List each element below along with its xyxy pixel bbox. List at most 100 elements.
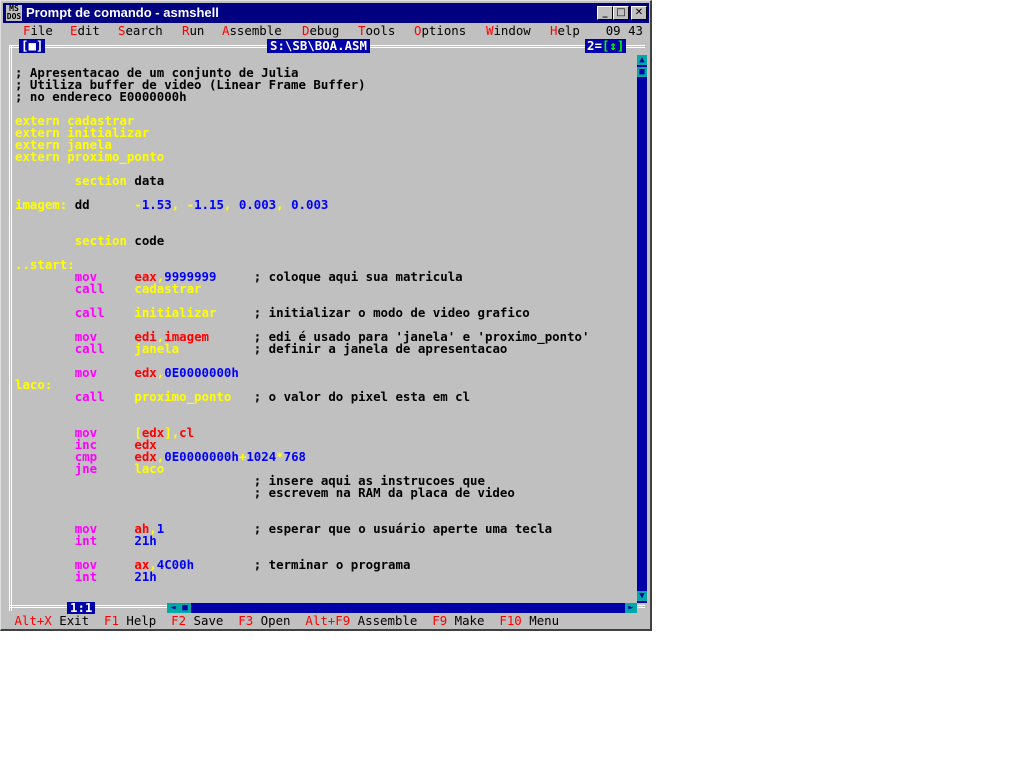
horizontal-scrollbar[interactable]: ◄ ■ ► <box>167 603 637 613</box>
code-line: ; escrevem na RAM da placa de video <box>15 485 635 500</box>
menu-label: un <box>189 23 205 38</box>
menu-item-help[interactable]: Help <box>550 23 580 39</box>
editor-filename: S:\SB\BOA.ASM <box>267 39 370 53</box>
vertical-scrollbar[interactable]: ▲ ■ ▼ <box>637 55 647 603</box>
menu-label: ools <box>365 23 396 38</box>
menu-label: ebug <box>309 23 340 38</box>
window-number: 2 <box>587 38 595 53</box>
menu-item-options[interactable]: Options <box>414 23 466 39</box>
scroll-right-arrow-icon[interactable]: ► <box>625 603 637 613</box>
editor-close-box[interactable]: [■] <box>19 38 46 53</box>
code-token: ; escrevem na RAM da placa de video <box>15 485 515 500</box>
clock: 09 43 <box>605 23 643 38</box>
editor-window[interactable]: [■] S:\SB\BOA.ASM 2=[↕] ▲ ■ ▼ ◄ ■ ► 1:1 … <box>7 38 647 614</box>
code-token: 1024 <box>246 449 277 464</box>
menu-item-file[interactable]: File <box>23 23 53 39</box>
code-token: 1.15 <box>194 197 224 212</box>
code-token: initializar <box>134 305 217 320</box>
status-key: F1 <box>104 613 119 628</box>
status-label: Exit <box>51 613 104 628</box>
code-token: , - <box>171 197 195 212</box>
status-command-menu[interactable]: F10 Menu <box>499 613 574 628</box>
code-token: extern proximo_ponto <box>15 149 165 164</box>
code-token: data <box>134 173 165 188</box>
code-token: 21h <box>134 533 157 548</box>
menu-label: dit <box>77 23 100 38</box>
close-button[interactable]: ✕ <box>631 6 647 20</box>
code-line: section data <box>15 173 635 188</box>
code-token: * <box>276 449 284 464</box>
status-command-exit[interactable]: Alt+X Exit <box>14 613 104 628</box>
code-token: call <box>74 341 135 356</box>
status-command-save[interactable]: F2 Save <box>171 613 238 628</box>
menu-item-tools[interactable]: Tools <box>358 23 395 39</box>
code-line: int 21h <box>15 569 635 584</box>
status-label: Open <box>253 613 306 628</box>
scroll-left-arrow-icon[interactable]: ◄ <box>167 603 179 613</box>
code-token: 0.003 <box>238 197 277 212</box>
code-token: 0E0000000h <box>164 449 239 464</box>
code-token: imagem: <box>15 197 75 212</box>
menu-item-run[interactable]: Run <box>182 23 204 39</box>
status-label: Save <box>186 613 239 628</box>
code-token: 1.53 <box>141 197 172 212</box>
menu-label: earch <box>125 23 163 38</box>
menu-item-assemble[interactable]: Assemble <box>222 23 282 39</box>
menu-item-edit[interactable]: Edit <box>70 23 100 39</box>
minimize-button[interactable]: _ <box>597 6 613 20</box>
code-token: ; definir a janela de apresentacao <box>179 341 508 356</box>
editor-frame-left <box>9 45 12 611</box>
code-line: extern proximo_ponto <box>15 149 635 164</box>
code-token: call <box>74 305 135 320</box>
code-token: int <box>74 569 135 584</box>
menu-item-window[interactable]: Window <box>486 23 531 39</box>
code-token: section <box>74 173 135 188</box>
menu-item-search[interactable]: Search <box>118 23 163 39</box>
zoom-box-icon[interactable]: [↕] <box>602 38 624 53</box>
menu-label: indow <box>493 23 531 38</box>
code-token: call <box>74 281 135 296</box>
status-label: Make <box>447 613 500 628</box>
code-token: ; o valor do pixel esta em cl <box>231 389 471 404</box>
code-token: code <box>134 233 165 248</box>
status-key: Alt+X <box>14 613 52 628</box>
title-bar[interactable]: MS DOS Prompt de comando - asmshell _ □ … <box>3 3 649 23</box>
status-command-help[interactable]: F1 Help <box>104 613 171 628</box>
scroll-thumb[interactable]: ■ <box>637 67 647 77</box>
status-command-open[interactable]: F3 Open <box>238 613 305 628</box>
code-token: , <box>223 197 239 212</box>
status-key: F9 <box>432 613 448 628</box>
code-token: proximo_ponto <box>134 389 232 404</box>
maximize-button[interactable]: □ <box>613 6 629 20</box>
menu-label: ssemble <box>229 23 282 38</box>
code-token: 0E0000000h <box>164 365 239 380</box>
status-label: Assemble <box>350 613 433 628</box>
close-box-glyph: [■] <box>21 38 44 53</box>
source-code-area[interactable]: ; Apresentacao de um conjunto de Julia; … <box>15 66 635 601</box>
menu-item-debug[interactable]: Debug <box>302 23 339 39</box>
code-token: ; esperar que o usuário aperte uma tecla <box>164 521 553 536</box>
status-command-make[interactable]: F9 Make <box>432 613 499 628</box>
scroll-down-arrow-icon[interactable]: ▼ <box>637 591 647 601</box>
scroll-up-arrow-icon[interactable]: ▲ <box>637 55 647 65</box>
msdos-app-icon[interactable]: MS DOS <box>6 5 22 21</box>
code-token: 4C00h <box>156 557 195 572</box>
code-token: cadastrar <box>134 281 202 296</box>
hscroll-thumb[interactable]: ■ <box>179 603 191 613</box>
code-line: call cadastrar <box>15 281 635 296</box>
code-token: - <box>134 197 142 212</box>
code-token: ; coloque aqui sua matricula <box>216 269 463 284</box>
status-command-assemble[interactable]: Alt+F9 Assemble <box>305 613 432 628</box>
code-token: int <box>74 533 135 548</box>
status-label: Help <box>118 613 172 628</box>
editor-window-number[interactable]: 2=[↕] <box>585 38 627 53</box>
console-window: MS DOS Prompt de comando - asmshell _ □ … <box>0 0 652 631</box>
code-token: 768 <box>283 449 307 464</box>
code-token: ], <box>164 425 180 440</box>
dos-console[interactable]: File Edit Search Run Assemble Debug Tools Optio… <box>7 23 647 628</box>
